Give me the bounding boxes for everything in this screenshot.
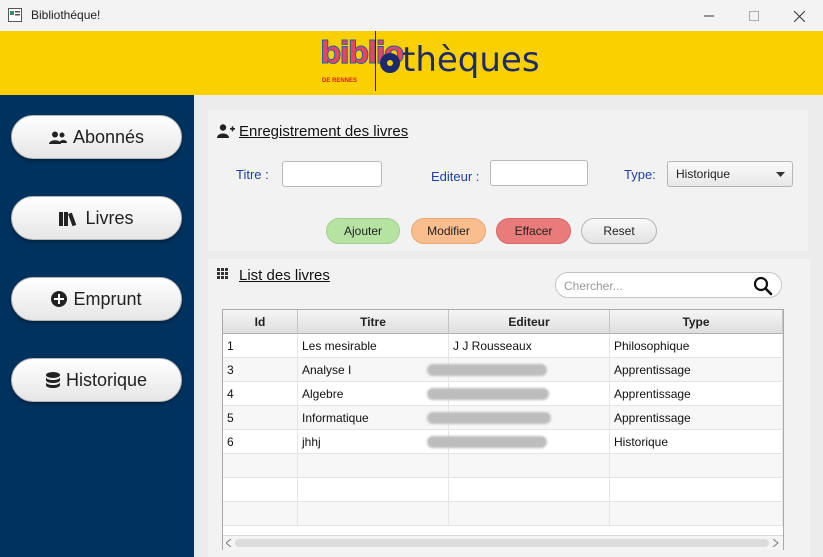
minimize-icon [704, 15, 714, 17]
cell-editeur: J J Rousseaux [449, 334, 610, 358]
reset-button[interactable]: Reset [581, 218, 657, 244]
sidebar-item-label: Emprunt [73, 288, 142, 309]
logo-subtitle: DE RENNES [322, 78, 358, 84]
sidebar [0, 95, 194, 557]
redacted-editeur [427, 412, 551, 424]
window-title: Bibliothéque! [31, 8, 101, 22]
table-row[interactable]: 1 Les mesirable J J Rousseaux Philosophi… [223, 334, 783, 358]
type-label: Type: [624, 167, 656, 182]
list-title: List des livres [239, 267, 330, 284]
sidebar-item-label: Livres [85, 207, 134, 228]
sidebar-item-label: Abonnés [72, 126, 145, 147]
cell-type: Historique [610, 430, 783, 454]
add-user-icon [217, 124, 235, 138]
column-header-type[interactable]: Type [610, 310, 783, 334]
redacted-editeur [427, 364, 547, 376]
sidebar-item-abonnes[interactable]: Abonnés [11, 115, 182, 159]
column-header-editeur[interactable]: Editeur [449, 310, 610, 334]
add-button[interactable]: Ajouter [326, 218, 400, 244]
editeur-input[interactable] [490, 160, 588, 186]
cell-id: 6 [223, 430, 298, 454]
titre-label: Titre : [236, 167, 269, 182]
column-header-titre[interactable]: Titre [298, 310, 449, 334]
search-input[interactable]: Chercher... [555, 272, 782, 298]
plus-circle-icon [51, 291, 68, 307]
logo-circle-icon [380, 53, 400, 73]
cell-id: 5 [223, 406, 298, 430]
database-icon [45, 371, 60, 388]
sidebar-item-label: Historique [65, 369, 148, 390]
minimize-button[interactable] [686, 3, 732, 29]
window-titlebar: Bibliothéque! [0, 0, 823, 31]
column-header-id[interactable]: Id [223, 310, 298, 334]
chevron-down-icon [776, 172, 785, 177]
maximize-icon [749, 11, 759, 21]
titre-input[interactable] [282, 161, 382, 187]
empty-row [223, 502, 783, 526]
horizontal-scrollbar[interactable] [223, 535, 783, 550]
table-row[interactable]: 5 Informatique Apprentissage [223, 406, 783, 430]
banner-logo: biblio DE RENNES [319, 35, 404, 91]
sidebar-item-livres[interactable]: Livres [11, 196, 182, 240]
users-icon [48, 131, 67, 144]
clear-button[interactable]: Effacer [496, 218, 571, 244]
table-row[interactable]: 4 Algebre Apprentissage [223, 382, 783, 406]
redacted-editeur [427, 388, 549, 400]
cell-id: 1 [223, 334, 298, 358]
books-icon [59, 211, 77, 226]
grid-icon [217, 268, 228, 279]
scroll-left-icon[interactable] [226, 539, 232, 547]
cell-titre: Les mesirable [298, 334, 449, 358]
form-title: Enregistrement des livres [239, 123, 409, 140]
close-icon [793, 10, 805, 22]
search-icon[interactable] [753, 276, 773, 296]
books-table: Id Titre Editeur Type 1 Les mesirable J … [222, 309, 784, 550]
sidebar-item-emprunt[interactable]: Emprunt [11, 277, 182, 321]
type-select-value: Historique [676, 167, 731, 181]
empty-row [223, 454, 783, 478]
scrollbar-thumb[interactable] [235, 539, 769, 547]
modify-button[interactable]: Modifier [411, 218, 486, 244]
scroll-right-icon[interactable] [773, 539, 779, 547]
banner: biblio DE RENNES thèques [0, 31, 823, 95]
cell-type: Apprentissage [610, 358, 783, 382]
app-icon [8, 8, 22, 22]
cell-id: 3 [223, 358, 298, 382]
empty-row [223, 478, 783, 502]
search-placeholder: Chercher... [564, 279, 623, 293]
cell-type: Philosophique [610, 334, 783, 358]
table-row[interactable]: 3 Analyse I Apprentissage [223, 358, 783, 382]
cell-id: 4 [223, 382, 298, 406]
close-button[interactable] [776, 3, 822, 29]
cell-type: Apprentissage [610, 382, 783, 406]
type-select[interactable]: Historique [667, 161, 793, 187]
sidebar-item-historique[interactable]: Historique [11, 358, 182, 402]
table-row[interactable]: 6 jhhj Historique [223, 430, 783, 454]
cell-type: Apprentissage [610, 406, 783, 430]
logo-part2: thèques [402, 40, 540, 80]
maximize-button[interactable] [731, 3, 777, 29]
logo-divider [375, 31, 376, 91]
redacted-editeur [427, 436, 547, 448]
editeur-label: Editeur : [431, 169, 480, 184]
